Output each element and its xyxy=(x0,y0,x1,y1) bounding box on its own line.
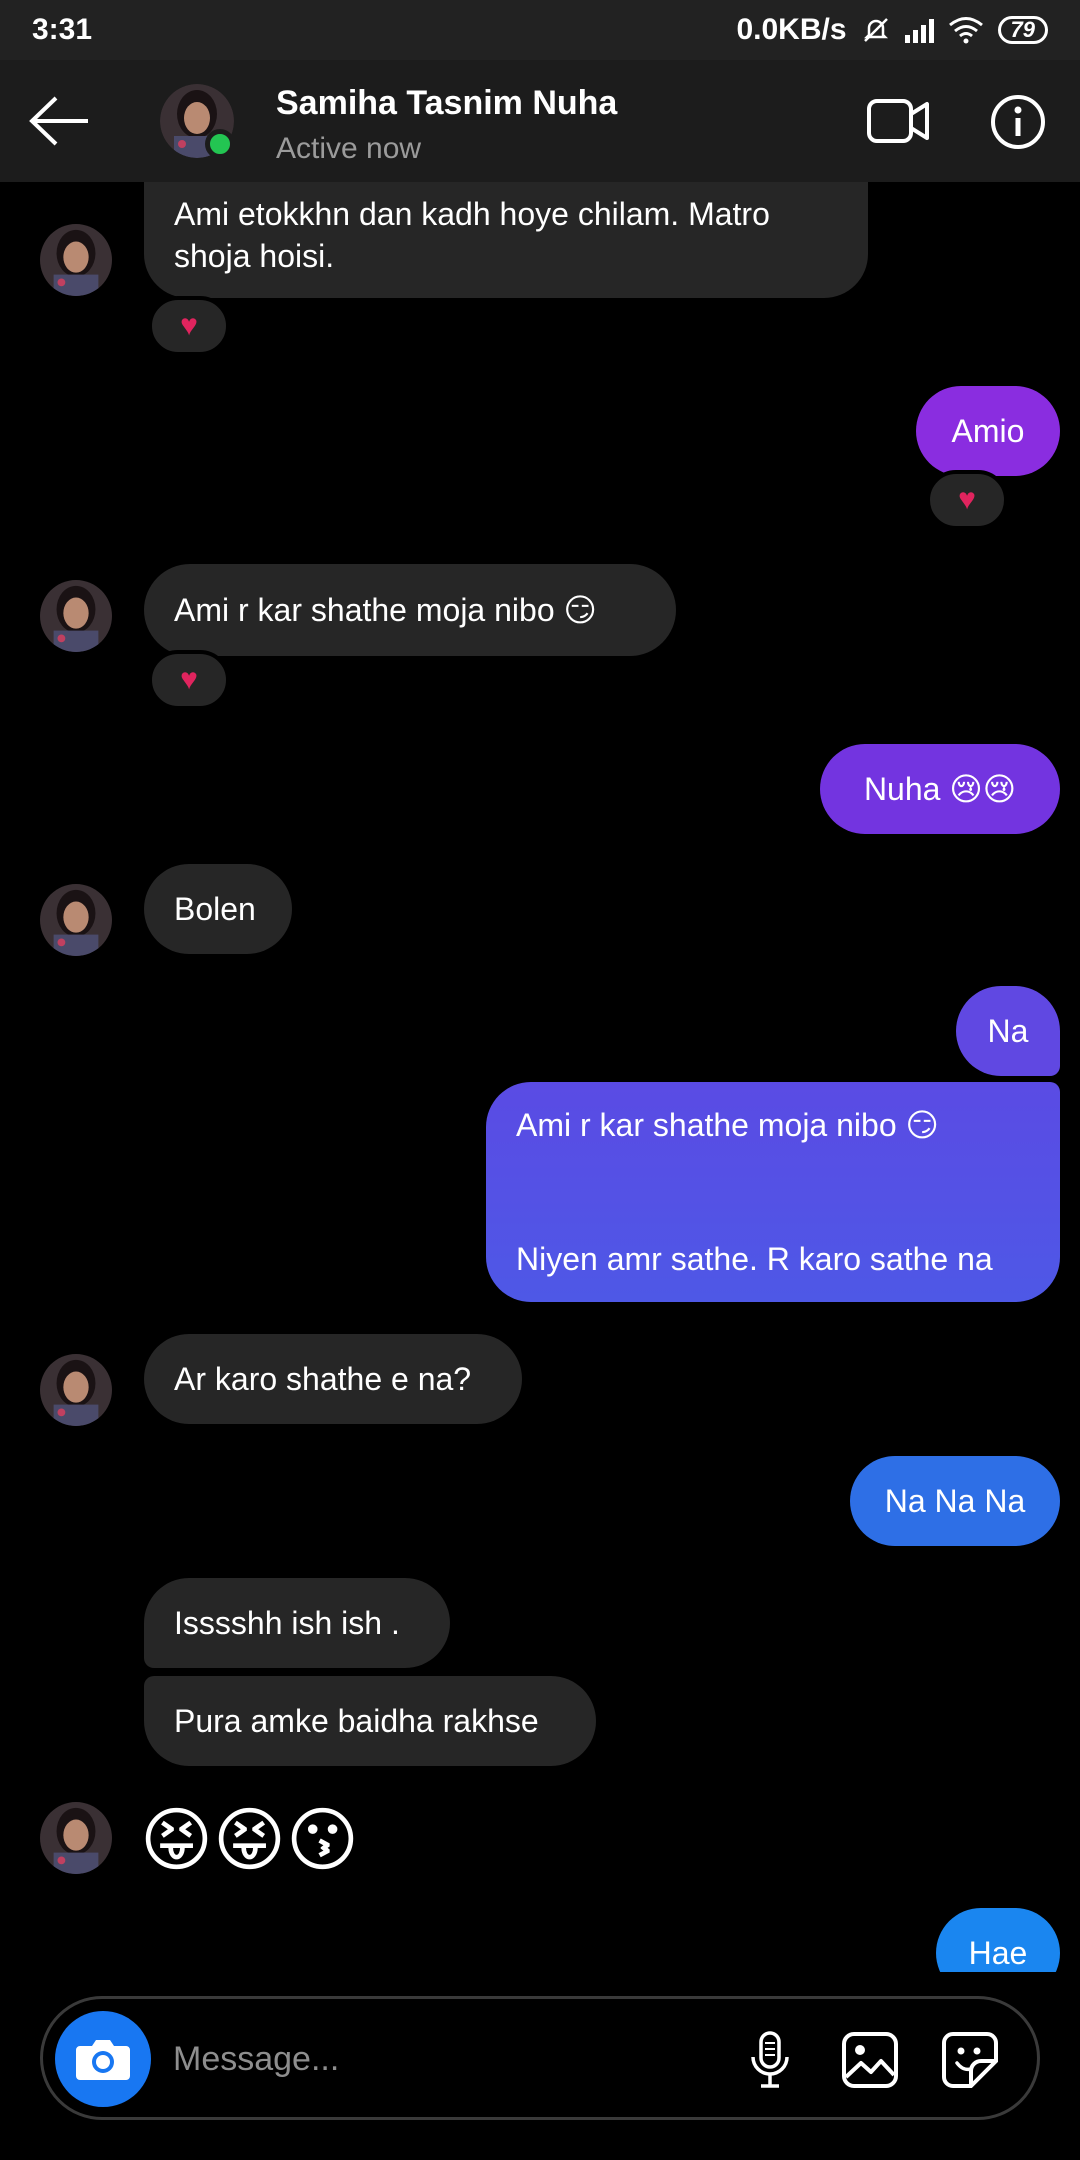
avatar[interactable] xyxy=(40,884,112,956)
message-thread[interactable]: Ami etokkhn dan kadh hoye chilam. Matro … xyxy=(0,182,1080,1972)
heart-icon: ♥ xyxy=(180,309,198,342)
outgoing-message[interactable]: Na Na Na xyxy=(850,1456,1060,1546)
outgoing-message[interactable]: Na xyxy=(956,986,1060,1076)
incoming-message[interactable]: Pura amke baidha rakhse xyxy=(144,1676,596,1766)
reaction-badge[interactable]: ♥ xyxy=(148,296,230,356)
battery-indicator: 79 xyxy=(997,16,1048,44)
incoming-message[interactable]: Bolen xyxy=(144,864,292,954)
status-time: 3:31 xyxy=(32,13,93,46)
message-text: Hae xyxy=(968,1935,1028,1971)
contact-name[interactable]: Samiha Tasnim Nuha xyxy=(276,84,617,123)
outgoing-message[interactable]: Amio xyxy=(916,386,1060,476)
message-text: Pura amke baidha rakhse xyxy=(174,1703,539,1739)
status-bar: 3:31 0.0KB/s 79 xyxy=(0,0,1080,60)
avatar[interactable] xyxy=(40,580,112,652)
message-text: Bolen xyxy=(174,891,256,927)
message-input[interactable] xyxy=(171,2027,735,2091)
info-icon[interactable] xyxy=(990,94,1046,150)
heart-icon: ♥ xyxy=(180,663,198,696)
heart-icon: ♥ xyxy=(958,483,976,516)
video-call-icon[interactable] xyxy=(866,96,930,146)
outgoing-message[interactable]: Nuha 😢😢 xyxy=(820,744,1060,834)
message-text: shoja hoisi. xyxy=(174,238,335,274)
wifi-icon xyxy=(948,17,983,44)
message-text: Ami r kar shathe moja nibo 😏 xyxy=(174,592,597,628)
incoming-message[interactable]: Ami etokkhn dan kadh hoye chilam. Matro … xyxy=(144,182,868,298)
incoming-message[interactable]: Ami r kar shathe moja nibo 😏 xyxy=(144,564,676,656)
chat-header: Samiha Tasnim Nuha Active now xyxy=(0,60,1080,182)
avatar[interactable] xyxy=(40,224,112,296)
outgoing-message[interactable]: Hae xyxy=(936,1908,1060,1972)
active-status: Active now xyxy=(276,132,422,165)
status-right: 0.0KB/s 79 xyxy=(736,13,1048,47)
message-text: Nuha 😢😢 xyxy=(863,771,1017,807)
message-text: Ami r kar shathe moja nibo 😏 xyxy=(516,1107,939,1143)
sticker-icon[interactable] xyxy=(939,2029,1001,2091)
signal-icon xyxy=(904,17,934,43)
outgoing-message[interactable]: Ami r kar shathe moja nibo 😏 Niyen amr s… xyxy=(486,1082,1060,1302)
reaction-badge[interactable]: ♥ xyxy=(926,470,1008,530)
camera-button[interactable] xyxy=(55,2011,151,2107)
message-text: Amio xyxy=(951,413,1025,449)
message-text: Niyen amr sathe. R karo sathe na xyxy=(516,1241,993,1277)
online-indicator xyxy=(205,129,235,159)
gallery-icon[interactable] xyxy=(839,2029,901,2091)
back-arrow-icon[interactable] xyxy=(28,94,92,148)
message-text: Isssshh ish ish . xyxy=(174,1605,400,1641)
incoming-message[interactable]: Isssshh ish ish . xyxy=(144,1578,450,1668)
muted-bell-icon xyxy=(863,18,888,42)
message-text: 😝😝😗 xyxy=(140,1801,359,1879)
avatar[interactable] xyxy=(40,1354,112,1426)
camera-icon xyxy=(76,2040,130,2080)
message-text: Ar karo shathe e na? xyxy=(174,1361,472,1397)
message-composer xyxy=(40,1996,1040,2120)
message-text: Ami etokkhn dan kadh hoye chilam. Matro xyxy=(174,196,770,232)
reaction-badge[interactable]: ♥ xyxy=(148,650,230,710)
message-text: Na xyxy=(987,1013,1029,1049)
microphone-icon[interactable] xyxy=(739,2029,801,2091)
avatar[interactable] xyxy=(40,1802,112,1874)
incoming-message[interactable]: Ar karo shathe e na? xyxy=(144,1334,522,1424)
emoji-message[interactable]: 😝😝😗 xyxy=(140,1792,400,1888)
network-speed: 0.0KB/s xyxy=(736,13,847,46)
message-text: Na Na Na xyxy=(884,1483,1026,1519)
